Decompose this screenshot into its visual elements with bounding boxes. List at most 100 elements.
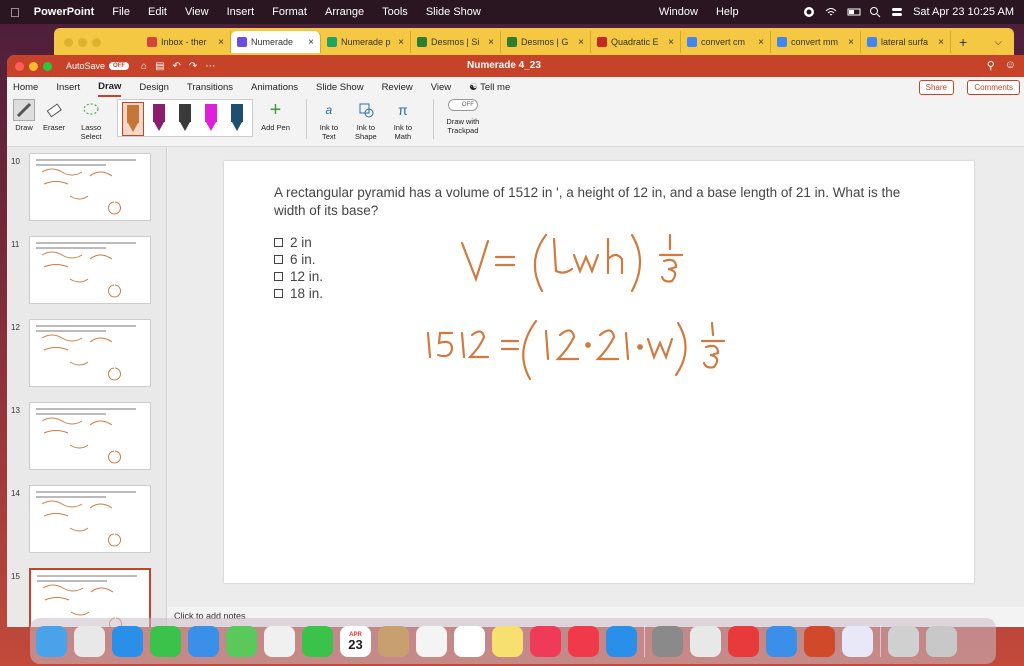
share-button[interactable]: Share: [918, 80, 954, 95]
dock-notes-icon[interactable]: [492, 625, 523, 657]
ink-to-math-button[interactable]: π Ink to Math: [389, 99, 417, 141]
autosave-control[interactable]: AutoSave OFF: [66, 61, 130, 71]
browser-tab[interactable]: Numerade p ×: [321, 31, 411, 53]
slide-thumbnail[interactable]: [29, 319, 151, 387]
tab-view[interactable]: View: [431, 79, 451, 96]
dock-music-icon[interactable]: [530, 625, 561, 657]
eraser-tool-button[interactable]: Eraser: [43, 99, 65, 132]
ink-to-text-button[interactable]: a Ink to Text: [315, 99, 343, 141]
pen-1[interactable]: [122, 102, 145, 136]
dock-trash-icon[interactable]: [926, 625, 957, 657]
trackpad-toggle[interactable]: OFF: [447, 99, 478, 111]
dock-zoom-icon[interactable]: [766, 625, 797, 657]
ink-to-shape-button[interactable]: Ink to Shape: [351, 99, 381, 141]
menu-app-name[interactable]: PowerPoint: [34, 6, 95, 18]
close-tab-icon[interactable]: ×: [218, 37, 224, 48]
menu-insert[interactable]: Insert: [227, 6, 255, 18]
menu-format[interactable]: Format: [272, 6, 307, 18]
browser-tab[interactable]: Numerade ×: [231, 31, 321, 53]
dock-preview-icon[interactable]: [888, 625, 919, 657]
dock-launchpad-icon[interactable]: [74, 625, 105, 657]
slide-thumbnail[interactable]: [29, 236, 151, 304]
dock-reminders-icon[interactable]: [416, 625, 447, 657]
dock-numerade-icon[interactable]: [842, 625, 873, 657]
dock-system-preferences-icon[interactable]: [652, 625, 683, 657]
close-tab-icon[interactable]: ×: [578, 37, 584, 48]
minimize-window-button[interactable]: [29, 61, 38, 71]
share-profile-icon[interactable]: ☺: [1005, 59, 1016, 72]
tab-review[interactable]: Review: [382, 79, 413, 96]
dock-app-store-icon[interactable]: [606, 625, 637, 657]
browser-tab[interactable]: lateral surfa ×: [861, 31, 951, 53]
redo-icon[interactable]: ↷: [189, 61, 197, 72]
dock-vectorize-icon[interactable]: [690, 625, 721, 657]
autosave-toggle[interactable]: OFF: [109, 62, 130, 70]
dock-safari-icon[interactable]: [112, 625, 143, 657]
browser-tab[interactable]: Desmos | G ×: [501, 31, 591, 53]
zoom-window-button[interactable]: [43, 61, 52, 71]
browser-tab[interactable]: Inbox - ther ×: [141, 31, 231, 53]
search-icon[interactable]: ⚲: [987, 59, 995, 72]
menu-edit[interactable]: Edit: [148, 6, 167, 18]
lasso-select-button[interactable]: Lasso Select: [73, 99, 109, 141]
close-tab-icon[interactable]: ×: [398, 37, 404, 48]
home-icon[interactable]: ⌂: [141, 61, 147, 72]
control-center-icon[interactable]: [891, 6, 903, 18]
tab-draw[interactable]: Draw: [98, 78, 122, 97]
tab-home[interactable]: Home: [13, 79, 38, 96]
dock-messages-icon[interactable]: [150, 625, 181, 657]
menu-arrange[interactable]: Arrange: [325, 6, 364, 18]
close-window-button[interactable]: [15, 61, 24, 71]
menu-slide-show[interactable]: Slide Show: [426, 6, 481, 18]
menu-view[interactable]: View: [185, 6, 209, 18]
dock-finder-icon[interactable]: [36, 625, 67, 657]
dock-chrome-icon[interactable]: [454, 625, 485, 657]
battery-icon[interactable]: [847, 6, 861, 18]
menubar-datetime[interactable]: Sat Apr 23 10:25 AM: [913, 6, 1014, 18]
more-icon[interactable]: ⋯: [205, 61, 215, 72]
wifi-icon[interactable]: [825, 6, 837, 18]
pen-3[interactable]: [174, 102, 196, 136]
dock-powerpoint-icon[interactable]: [804, 625, 835, 657]
close-tab-icon[interactable]: ×: [308, 37, 314, 48]
save-icon[interactable]: ▤: [155, 61, 164, 72]
dock-facetime-icon[interactable]: [302, 625, 333, 657]
menu-file[interactable]: File: [112, 6, 130, 18]
pen-5[interactable]: [226, 102, 248, 136]
dock-news-icon[interactable]: [568, 625, 599, 657]
draw-tool-button[interactable]: Draw: [13, 99, 35, 132]
menu-help[interactable]: Help: [716, 6, 739, 18]
slide-thumbnail[interactable]: [29, 485, 151, 553]
close-tab-icon[interactable]: ×: [758, 37, 764, 48]
comments-button[interactable]: Comments: [967, 80, 1020, 95]
close-tab-icon[interactable]: ×: [488, 37, 494, 48]
tab-animations[interactable]: Animations: [251, 79, 298, 96]
dock-mail-icon[interactable]: [188, 625, 219, 657]
dock-calendar-icon[interactable]: APR 23: [340, 625, 371, 657]
chevron-down-icon[interactable]: ⌵: [994, 37, 1002, 48]
close-tab-icon[interactable]: ×: [938, 37, 944, 48]
menu-tools[interactable]: Tools: [382, 6, 408, 18]
apple-icon[interactable]: : [10, 5, 20, 20]
undo-icon[interactable]: ↶: [173, 61, 181, 72]
slide-thumbnail[interactable]: [29, 153, 151, 221]
pen-2[interactable]: [148, 102, 170, 136]
browser-tab[interactable]: convert mm ×: [771, 31, 861, 53]
tab-tell-me[interactable]: ☯ Tell me: [469, 79, 510, 96]
search-icon[interactable]: [869, 6, 881, 18]
close-tab-icon[interactable]: ×: [668, 37, 674, 48]
tab-slide-show[interactable]: Slide Show: [316, 79, 364, 96]
tab-transitions[interactable]: Transitions: [187, 79, 233, 96]
menu-window[interactable]: Window: [659, 6, 698, 18]
tab-design[interactable]: Design: [139, 79, 169, 96]
dock-photos-icon[interactable]: [264, 625, 295, 657]
browser-tab[interactable]: convert cm ×: [681, 31, 771, 53]
pen-4[interactable]: [200, 102, 222, 136]
dock-contacts-icon[interactable]: [378, 625, 409, 657]
draw-with-trackpad-control[interactable]: OFF Draw with Trackpad: [442, 99, 484, 135]
slide-thumbnail[interactable]: [29, 402, 151, 470]
dock-maps-icon[interactable]: [226, 625, 257, 657]
slide[interactable]: A rectangular pyramid has a volume of 15…: [224, 161, 974, 583]
record-icon[interactable]: [803, 6, 815, 18]
browser-tab[interactable]: Desmos | Si ×: [411, 31, 501, 53]
